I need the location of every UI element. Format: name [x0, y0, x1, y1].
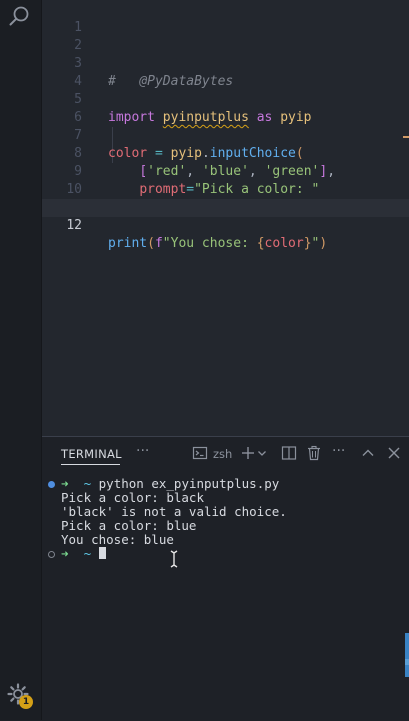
- chevron-down-icon[interactable]: [256, 445, 268, 461]
- tab-terminal[interactable]: TERMINAL: [61, 447, 122, 461]
- text-cursor-icon: [170, 550, 178, 568]
- prompt-arrow: ➜: [61, 476, 69, 491]
- terminal-panel: TERMINAL ··· zsh ··· ➜ ~ python ex_pyinp…: [42, 436, 409, 721]
- string-literal: "You chose:: [162, 236, 257, 251]
- terminal-command-line: ➜ ~ python ex_pyinputplus.py: [61, 477, 279, 491]
- plus-icon[interactable]: [240, 445, 256, 461]
- terminal-output-line: Pick a color: black: [61, 490, 204, 505]
- code-line: 4: [42, 55, 409, 89]
- paren-open: (: [147, 236, 155, 251]
- code-editor[interactable]: 1 2 3 # @PyDataBytes 4 5 import pyinputp…: [42, 0, 409, 436]
- command-status-dot[interactable]: [48, 481, 55, 488]
- brace-close: }: [303, 236, 312, 251]
- code-line: 6: [42, 91, 409, 125]
- notification-badge: 1: [19, 695, 33, 709]
- brace-open: {: [256, 236, 265, 251]
- terminal-prompt-line[interactable]: ➜ ~: [61, 547, 106, 561]
- terminal-output-line: Pick a color: blue: [61, 518, 197, 533]
- prompt-arrow: ➜: [61, 546, 69, 561]
- code-line: 2: [42, 19, 409, 53]
- terminal-output-line: You chose: blue: [61, 532, 174, 547]
- command-status-dot[interactable]: [48, 551, 55, 558]
- search-icon[interactable]: [8, 4, 32, 28]
- prompt-dir: ~: [83, 546, 92, 561]
- prompt-dir: ~: [83, 476, 92, 491]
- code-line: 7 color = pyip.inputChoice(: [42, 109, 409, 161]
- function-name: print: [108, 236, 148, 251]
- paren-close: ): [319, 236, 328, 251]
- close-icon[interactable]: [386, 445, 402, 461]
- line-number: 12: [66, 218, 82, 233]
- scrollbar-marker: [405, 659, 409, 665]
- trash-icon[interactable]: [306, 445, 322, 461]
- code-line-current: 12 print(f"You chose: {color}"): [42, 199, 409, 251]
- code-line: 9 prompt="Pick a color: ": [42, 145, 409, 197]
- code-line: 5 import pyinputplus as pyip: [42, 73, 409, 125]
- split-icon[interactable]: [281, 445, 297, 461]
- more-actions-button[interactable]: ···: [332, 443, 345, 459]
- code-line: 8 ['red', 'blue', 'green'],: [42, 127, 409, 179]
- code-line: 3 # @PyDataBytes: [42, 37, 409, 89]
- terminal-cursor: [98, 547, 106, 559]
- code-line: 11: [42, 181, 409, 215]
- command-text: python ex_pyinputplus.py: [98, 476, 280, 491]
- activity-bar: 1: [0, 0, 42, 720]
- terminal-icon[interactable]: [192, 445, 208, 461]
- scrollbar-thumb[interactable]: [405, 633, 409, 677]
- active-tab-indicator: [61, 464, 120, 465]
- interpolated-var: color: [264, 236, 304, 251]
- fstring-prefix: f: [154, 236, 163, 251]
- code-line: 10 ): [42, 163, 409, 215]
- code-line: 1: [42, 1, 409, 35]
- terminal-output-line: 'black' is not a valid choice.: [61, 504, 287, 519]
- chevron-up-icon[interactable]: [360, 445, 376, 461]
- overview-ruler-mark: [403, 136, 409, 138]
- shell-name[interactable]: zsh: [213, 447, 232, 461]
- tab-overflow-button[interactable]: ···: [136, 443, 149, 459]
